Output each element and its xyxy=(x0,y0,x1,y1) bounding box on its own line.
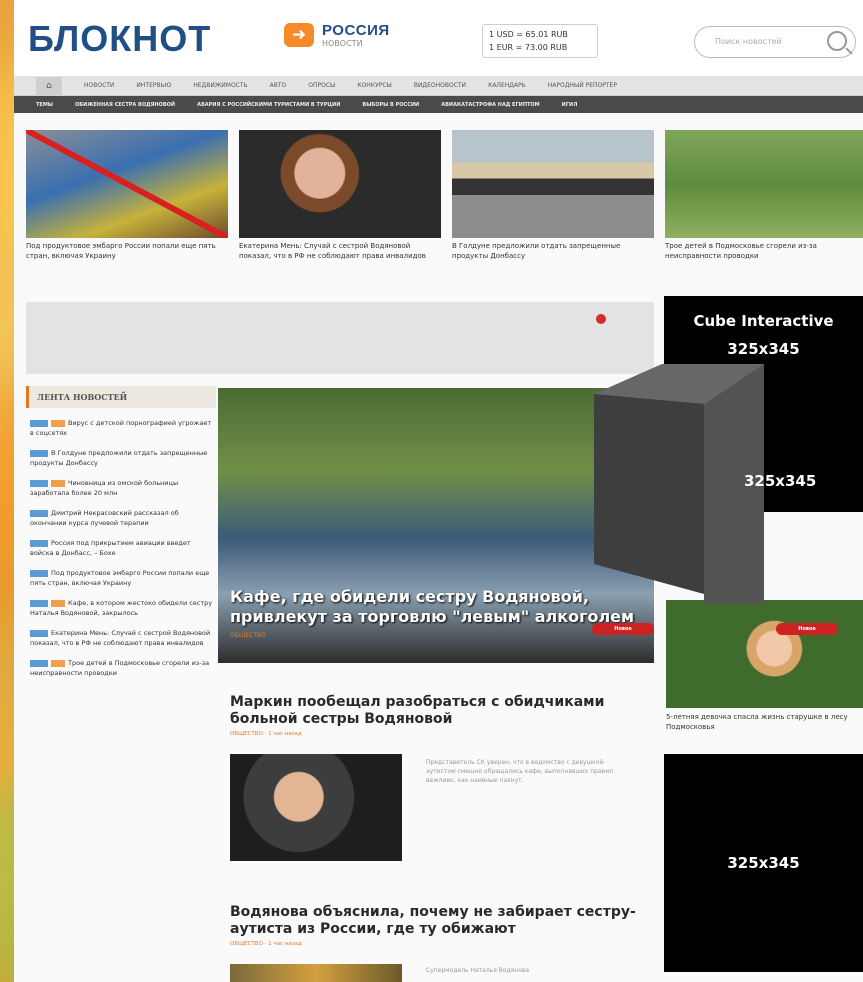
main-story-section[interactable]: ОБЩЕСТВО xyxy=(230,632,266,639)
feed-item[interactable]: Кафе, в котором жестоко обидели сестру Н… xyxy=(30,598,216,618)
region-title: РОССИЯ xyxy=(322,22,390,39)
topic-item[interactable]: ОБИЖЕННАЯ СЕСТРА ВОДЯНОВОЙ xyxy=(75,102,175,108)
feed-item[interactable]: Дмитрий Некрасовский рассказал об оконча… xyxy=(30,508,216,528)
search-input[interactable]: Поиск новостей xyxy=(715,37,782,46)
article-snippet: Представитель СК уверен, что в ведомство… xyxy=(426,759,613,784)
article-image[interactable] xyxy=(230,964,402,982)
news-card-caption[interactable]: Трое детей в Подмосковье сгорели из-за н… xyxy=(665,241,863,261)
rate-usd: 1 USD = 65.01 RUB xyxy=(489,30,568,39)
feed-item[interactable]: В Голдуне предложили отдать запрещенные … xyxy=(30,448,216,468)
nav-item[interactable]: КАЛЕНДАРЬ xyxy=(488,82,526,89)
article-title[interactable]: Водянова объяснила, почему не забирает с… xyxy=(230,904,650,938)
home-icon[interactable]: ⌂ xyxy=(36,76,62,95)
nav-item[interactable]: НЕДВИЖИМОСТЬ xyxy=(193,82,247,89)
article-title[interactable]: Маркин пообещал разобраться с обидчиками… xyxy=(230,694,650,728)
topics-nav: ТЕМЫ ОБИЖЕННАЯ СЕСТРА ВОДЯНОВОЙ АВАРИЯ С… xyxy=(14,96,863,113)
news-card[interactable]: В Голдуне предложили отдать запрещенные … xyxy=(452,130,654,261)
news-feed-heading: ЛЕНТА НОВОСТЕЙ xyxy=(26,386,216,408)
side-news-image[interactable] xyxy=(666,600,863,708)
article-snippet: Супермодель Наталья Водянова xyxy=(426,967,530,974)
site-page: БЛОКНОТ ➜ РОССИЯ НОВОСТИ 1 USD = 65.01 R… xyxy=(14,0,863,982)
topic-item[interactable]: АВИАКАТАСТРОФА НАД ЕГИПТОМ xyxy=(441,102,539,108)
search-box[interactable]: Поиск новостей xyxy=(694,26,856,58)
search-icon[interactable] xyxy=(827,31,847,51)
region-subtitle: НОВОСТИ xyxy=(322,39,363,48)
main-nav: ⌂ НОВОСТИ ИНТЕРВЬЮ НЕДВИЖИМОСТЬ АВТО ОПР… xyxy=(14,76,863,96)
news-card-caption[interactable]: Екатерина Мень: Случай с сестрой Водянов… xyxy=(239,241,441,261)
news-card[interactable]: Трое детей в Подмосковье сгорели из-за н… xyxy=(665,130,863,261)
feed-item[interactable]: Трое детей в Подмосковье сгорели из-за н… xyxy=(30,658,216,678)
news-card-image[interactable] xyxy=(239,130,441,238)
ad-size: 325x345 xyxy=(727,340,800,358)
feed-item[interactable]: Чиновница из омской больницы заработала … xyxy=(30,478,216,498)
banned-cross-icon xyxy=(26,130,228,238)
article-meta: ОБЩЕСТВО · 1 час назад xyxy=(230,731,302,737)
nav-item[interactable]: НОВОСТИ xyxy=(84,82,114,89)
news-feed: ЛЕНТА НОВОСТЕЙ Вирус с детской порнограф… xyxy=(26,386,216,982)
ad-block-bottom[interactable]: 325x345 xyxy=(664,754,863,972)
site-logo[interactable]: БЛОКНОТ xyxy=(28,18,211,60)
article-meta: ОБЩЕСТВО · 1 час назад xyxy=(230,941,302,947)
news-card-image[interactable] xyxy=(26,130,228,238)
new-ribbon: Новое xyxy=(592,623,654,635)
article-teaser: Водянова объяснила, почему не забирает с… xyxy=(230,904,650,982)
topic-item[interactable]: ТЕМЫ xyxy=(36,102,53,108)
site-header: БЛОКНОТ ➜ РОССИЯ НОВОСТИ 1 USD = 65.01 R… xyxy=(14,0,863,76)
nav-item[interactable]: ВИДЕОНОВОСТИ xyxy=(414,82,466,89)
main-story-title[interactable]: Кафе, где обидели сестру Водяновой, прив… xyxy=(230,587,640,627)
feed-item[interactable]: Вирус с детской порнографией угрожает в … xyxy=(30,418,216,438)
news-card-caption[interactable]: Под продуктовое эмбарго России попали ещ… xyxy=(26,241,228,261)
currency-rates: 1 USD = 65.01 RUB 1 EUR = 73.00 RUB xyxy=(482,24,598,58)
news-card[interactable]: Екатерина Мень: Случай с сестрой Водянов… xyxy=(239,130,441,261)
feed-item[interactable]: Под продуктовое эмбарго России попали ещ… xyxy=(30,568,216,588)
rate-eur: 1 EUR = 73.00 RUB xyxy=(489,43,568,52)
cube-3d-ad[interactable]: 325x345 xyxy=(594,364,816,604)
ad-banner-placeholder[interactable] xyxy=(26,302,654,374)
nav-item[interactable]: КОНКУРСЫ xyxy=(357,82,392,89)
ad-title: Cube Interactive xyxy=(693,312,834,330)
topic-item[interactable]: АВАРИЯ С РОССИЙСКИМИ ТУРИСТАМИ В ТУРЦИИ xyxy=(197,102,340,108)
nav-item[interactable]: НАРОДНЫЙ РЕПОРТЕР xyxy=(548,82,617,89)
nav-item[interactable]: ОПРОСЫ xyxy=(308,82,335,89)
side-news-caption[interactable]: 5-летняя девочка спасла жизнь старушке в… xyxy=(666,712,863,732)
main-story[interactable]: Кафе, где обидели сестру Водяновой, прив… xyxy=(218,388,654,663)
news-card-image[interactable] xyxy=(452,130,654,238)
news-card-image[interactable] xyxy=(665,130,863,238)
article-image[interactable] xyxy=(230,754,402,861)
top-news-cards: Под продуктовое эмбарго России попали ещ… xyxy=(26,130,863,300)
topic-item[interactable]: ВЫБОРЫ В РОССИИ xyxy=(362,102,419,108)
feed-item[interactable]: Екатерина Мень: Случай с сестрой Водянов… xyxy=(30,628,216,648)
cube-size-label: 325x345 xyxy=(744,472,817,490)
nav-item[interactable]: АВТО xyxy=(270,82,287,89)
new-ribbon: Новое xyxy=(776,623,838,635)
news-card[interactable]: Под продуктовое эмбарго России попали ещ… xyxy=(26,130,228,261)
topic-item[interactable]: ИГИЛ xyxy=(562,102,578,108)
record-dot-icon xyxy=(596,314,606,324)
region-selector[interactable]: ➜ РОССИЯ НОВОСТИ xyxy=(284,22,390,48)
news-card-caption[interactable]: В Голдуне предложили отдать запрещенные … xyxy=(452,241,654,261)
feed-item[interactable]: Россия под прикрытием авиации введет вой… xyxy=(30,538,216,558)
nav-item[interactable]: ИНТЕРВЬЮ xyxy=(136,82,171,89)
article-teaser: Маркин пообещал разобраться с обидчиками… xyxy=(230,694,650,861)
region-arrow-icon: ➜ xyxy=(284,23,314,47)
